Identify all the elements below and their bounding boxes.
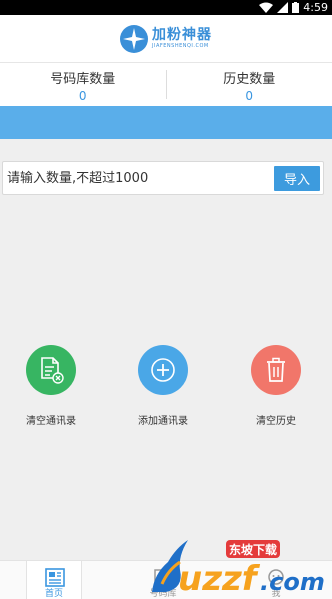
stat-label: 号码库数量 — [50, 72, 116, 87]
clear-contacts-button[interactable] — [26, 345, 76, 395]
logo-text: 加粉神器 — [152, 27, 212, 43]
stat-history: 历史数量 0 — [167, 63, 332, 106]
nav-label: 首页 — [44, 589, 63, 599]
clear-history-button[interactable] — [251, 345, 301, 395]
import-button[interactable]: 导入 — [274, 166, 320, 191]
status-right: 4:59 — [259, 1, 328, 14]
clear-history-action[interactable]: 清空历史 — [221, 345, 331, 427]
nav-item-home[interactable]: 首页 — [26, 561, 82, 599]
clear-contacts-icon — [41, 357, 64, 384]
stat-number-library: 号码库数量 0 — [0, 63, 166, 106]
add-icon — [151, 358, 175, 382]
status-bar: 4:59 — [0, 0, 332, 15]
add-contacts-action[interactable]: 添加通讯录 — [108, 345, 218, 427]
stat-value: 0 — [245, 89, 254, 103]
action-row: 清空通讯录 添加通讯录 清空历史 — [0, 345, 332, 427]
logo-star-icon — [120, 24, 148, 53]
action-label: 清空历史 — [256, 416, 296, 427]
clear-contacts-action[interactable]: 清空通讯录 — [0, 345, 106, 427]
svg-text:uzzf: uzzf — [178, 559, 261, 596]
home-icon — [45, 568, 65, 587]
import-box: 导入 — [2, 161, 324, 195]
battery-icon — [292, 2, 300, 13]
app-header: 加粉神器 JIAFENSHENQI.COM — [0, 15, 332, 62]
status-time: 4:59 — [303, 1, 328, 14]
quantity-input[interactable] — [7, 162, 267, 194]
signal-icon — [277, 2, 289, 13]
svg-text:东坡下载: 东坡下载 — [229, 542, 277, 557]
stat-value: 0 — [78, 89, 87, 103]
watermark-logo: 东坡下载 uzzf .com — [148, 534, 328, 599]
add-contacts-button[interactable] — [138, 345, 188, 395]
stat-label: 历史数量 — [223, 72, 276, 87]
stats-bar: 号码库数量 0 历史数量 0 — [0, 62, 332, 106]
blue-band — [0, 106, 332, 139]
action-label: 添加通讯录 — [138, 416, 188, 427]
wifi-icon — [259, 2, 274, 13]
trash-icon — [267, 357, 285, 382]
svg-text:.com: .com — [260, 568, 325, 596]
logo-subtext: JIAFENSHENQI.COM — [152, 43, 209, 49]
app-logo: 加粉神器 JIAFENSHENQI.COM — [120, 24, 212, 53]
action-label: 清空通讯录 — [26, 416, 76, 427]
